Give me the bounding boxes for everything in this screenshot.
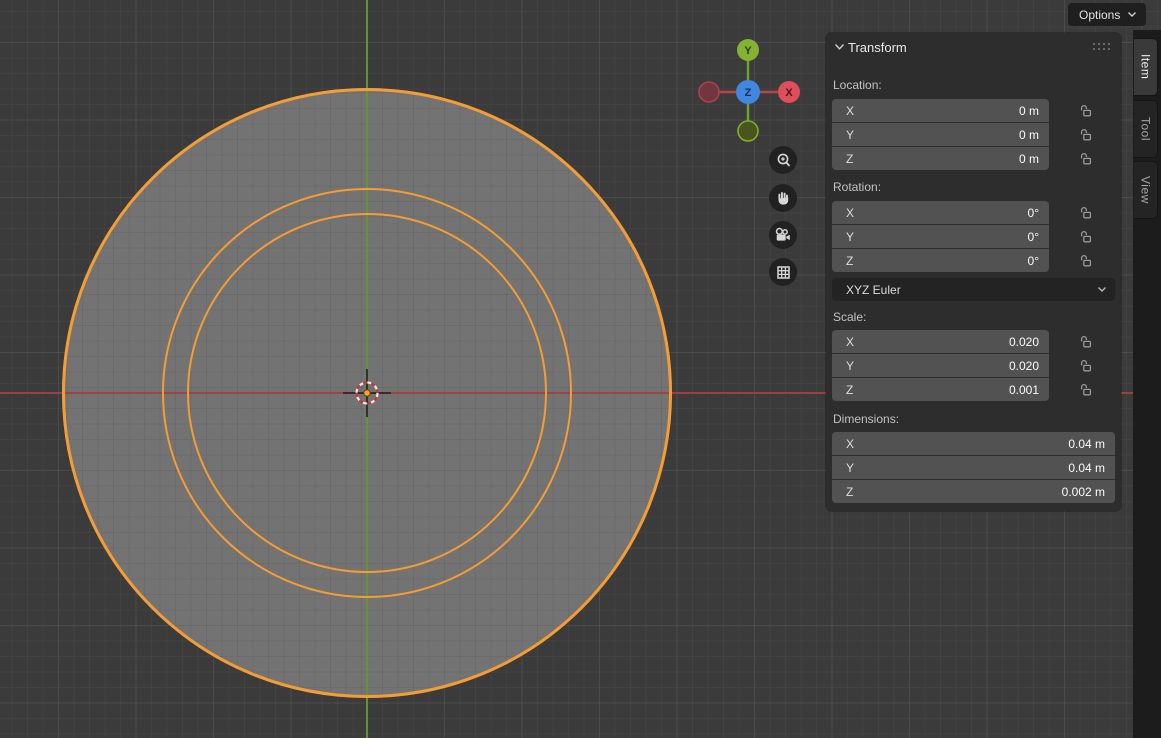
scale-y-lock-icon[interactable] — [1079, 359, 1093, 373]
rotation-section-label: Rotation: — [833, 180, 881, 194]
grid-icon — [775, 264, 792, 281]
svg-text:X: X — [785, 87, 793, 99]
location-y-field[interactable]: Y0 m — [832, 123, 1049, 146]
panel-collapse-chevron-icon[interactable] — [834, 43, 845, 51]
dimensions-x-field[interactable]: X0.04 m — [832, 432, 1115, 455]
object-origin-dot — [364, 390, 370, 396]
transform-panel: Transform Location: X0 m Y0 m Z0 m Rotat… — [826, 33, 1121, 511]
rotation-y-lock-icon[interactable] — [1079, 230, 1093, 244]
rotation-z-field[interactable]: Z0° — [832, 249, 1049, 272]
rotation-x-field[interactable]: X0° — [832, 201, 1049, 224]
scale-y-field[interactable]: Y0.020 — [832, 354, 1049, 377]
scale-section-label: Scale: — [833, 310, 866, 324]
gizmo-minus-x-ball[interactable] — [699, 82, 719, 102]
svg-text:Y: Y — [744, 45, 752, 57]
dimensions-section-label: Dimensions: — [833, 412, 899, 426]
viewport-grid: Y X Z — [0, 0, 1161, 738]
tab-tool[interactable]: Tool — [1134, 100, 1158, 158]
gizmo-y-ball[interactable]: Y — [737, 39, 759, 61]
svg-text:Z: Z — [745, 87, 752, 99]
chevron-down-icon — [1097, 286, 1107, 293]
zoom-button[interactable] — [769, 146, 797, 174]
location-y-lock-icon[interactable] — [1079, 128, 1093, 142]
location-x-lock-icon[interactable] — [1079, 104, 1093, 118]
panel-drag-grip-icon[interactable] — [1093, 43, 1110, 50]
options-label: Options — [1079, 8, 1120, 22]
rotation-y-field[interactable]: Y0° — [832, 225, 1049, 248]
camera-view-button[interactable] — [769, 221, 797, 249]
location-section-label: Location: — [833, 78, 882, 92]
tab-view[interactable]: View — [1134, 161, 1158, 219]
gizmo-minus-y-ball[interactable] — [738, 121, 758, 141]
movie-camera-icon — [774, 227, 792, 244]
panel-title: Transform — [848, 40, 907, 55]
grid-ortho-button[interactable] — [769, 258, 797, 286]
rotation-z-lock-icon[interactable] — [1079, 254, 1093, 268]
blender-3d-viewport: Y X Z — [0, 0, 1161, 738]
rotation-x-lock-icon[interactable] — [1079, 206, 1093, 220]
options-button[interactable]: Options — [1068, 3, 1146, 26]
location-x-field[interactable]: X0 m — [832, 99, 1049, 122]
scale-z-lock-icon[interactable] — [1079, 383, 1093, 397]
scale-x-field[interactable]: X0.020 — [832, 330, 1049, 353]
navigation-gizmo[interactable]: Y X Z — [694, 36, 806, 146]
rotation-mode-dropdown[interactable]: XYZ Euler — [832, 278, 1115, 301]
location-z-field[interactable]: Z0 m — [832, 147, 1049, 170]
pan-button[interactable] — [769, 184, 797, 212]
scale-x-lock-icon[interactable] — [1079, 335, 1093, 349]
chevron-down-icon — [1127, 11, 1137, 18]
gizmo-x-ball[interactable]: X — [778, 81, 800, 103]
hand-icon — [775, 190, 792, 207]
magnifier-plus-icon — [775, 152, 792, 169]
scale-z-field[interactable]: Z0.001 — [832, 378, 1049, 401]
location-z-lock-icon[interactable] — [1079, 152, 1093, 166]
dimensions-z-field[interactable]: Z0.002 m — [832, 480, 1115, 503]
tab-item[interactable]: Item — [1134, 38, 1158, 96]
transform-panel-header[interactable]: Transform — [826, 33, 1121, 61]
gizmo-z-ball[interactable]: Z — [736, 80, 760, 104]
dimensions-y-field[interactable]: Y0.04 m — [832, 456, 1115, 479]
3d-cursor — [343, 369, 391, 417]
